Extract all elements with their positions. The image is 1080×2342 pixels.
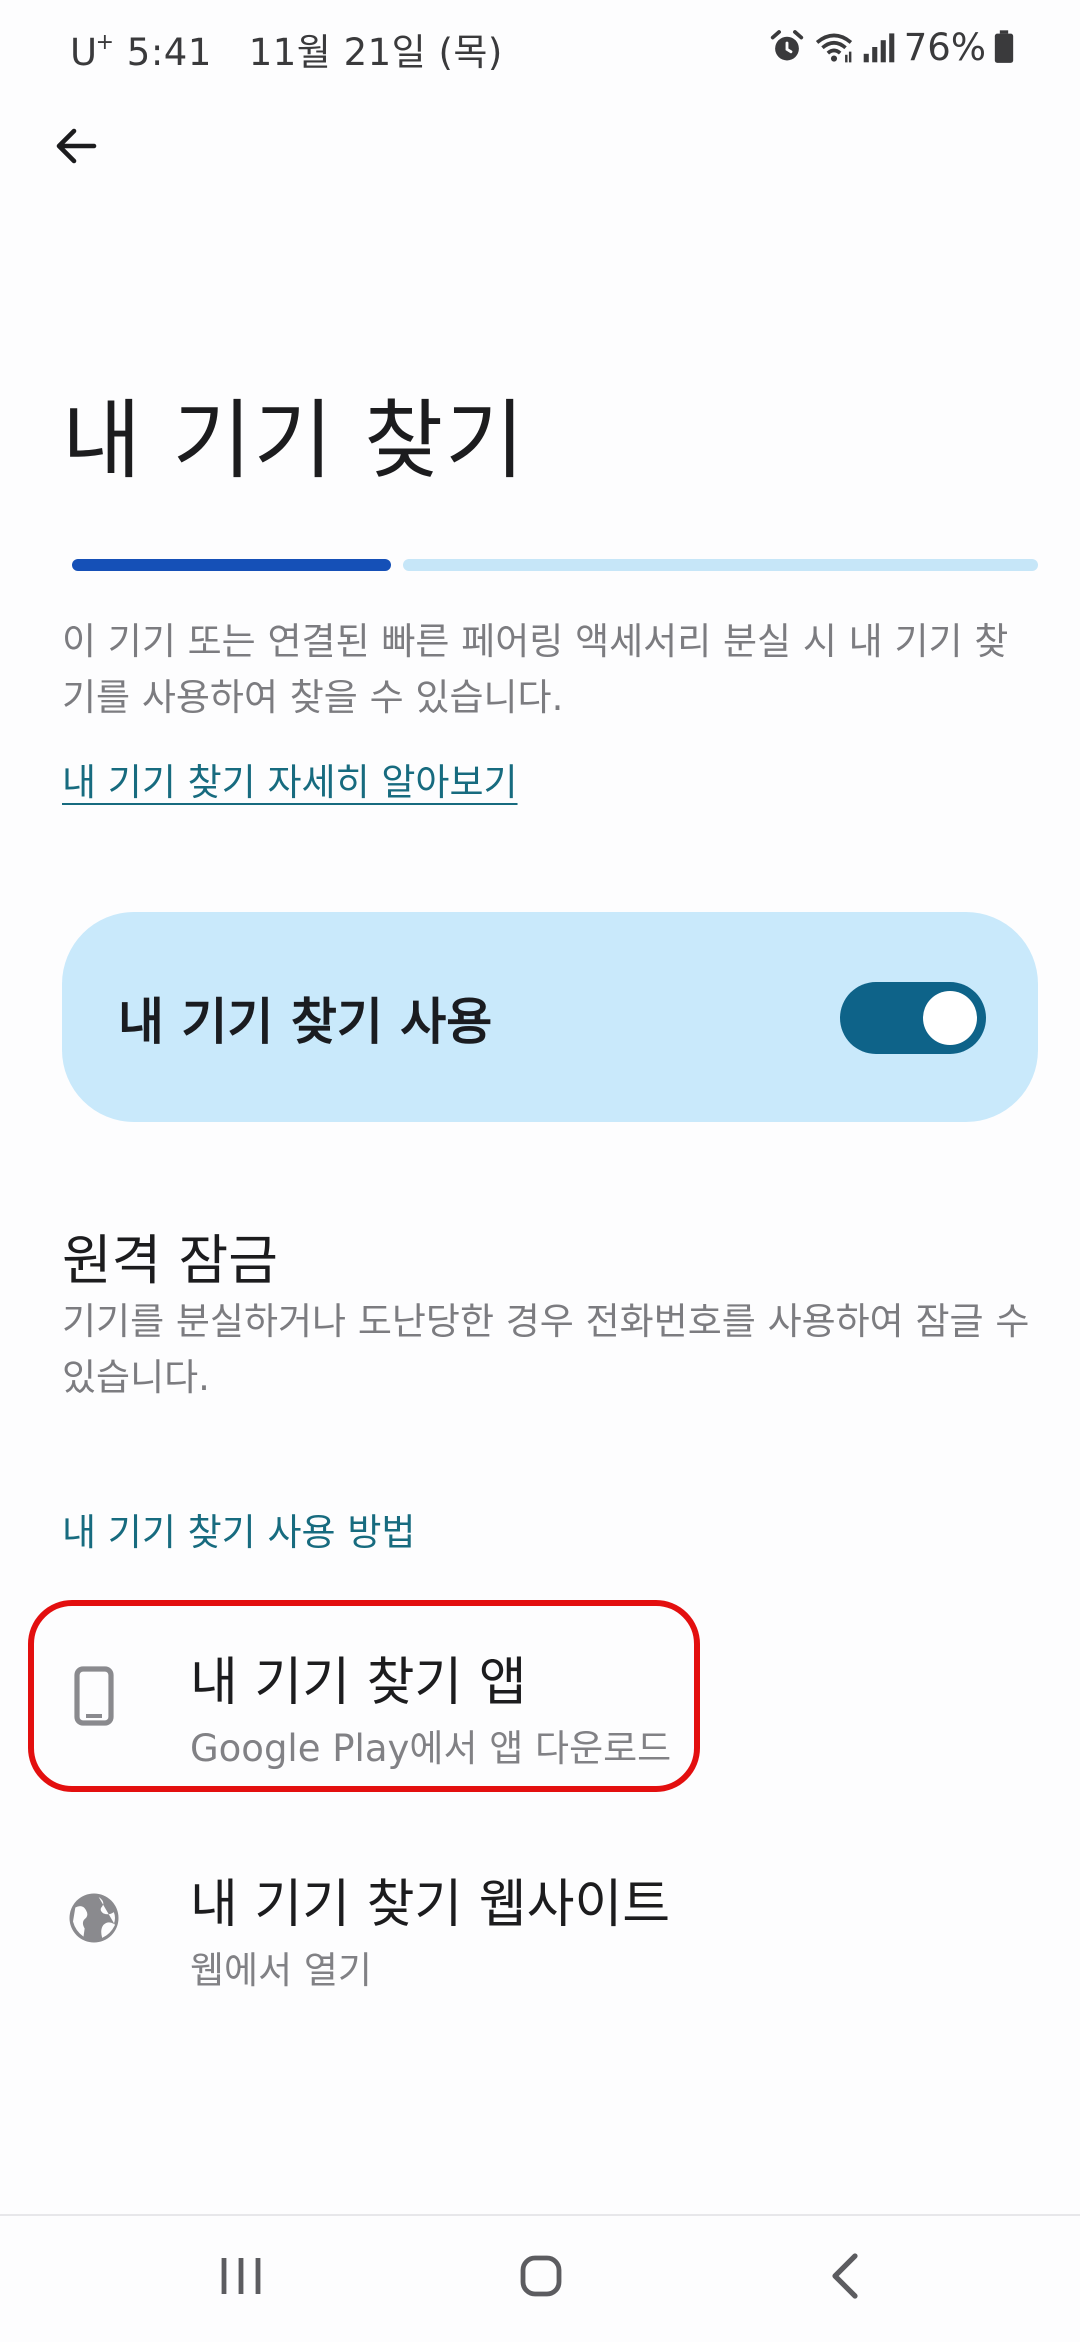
how-to-use-header: 내 기기 찾기 사용 방법 (62, 1511, 416, 1554)
switch-knob (923, 991, 977, 1045)
page-description: 이 기기 또는 연결된 빠른 페어링 액세서리 분실 시 내 기기 찾기를 사용… (62, 620, 1009, 719)
status-date: 11월 21일 (목) (248, 31, 503, 74)
recents-button[interactable] (196, 2240, 286, 2316)
find-my-device-website-item[interactable]: 내 기기 찾기 웹사이트 웹에서 열기 (30, 1826, 1030, 2012)
globe-icon (64, 1882, 124, 1954)
status-left: U+ 5:41 11월 21일 (목) (70, 22, 503, 76)
carrier-label: U (70, 31, 98, 74)
nav-back-button[interactable] (800, 2240, 890, 2316)
find-my-device-toggle-card[interactable]: 내 기기 찾기 사용 (62, 912, 1038, 1122)
status-bar: U+ 5:41 11월 21일 (목) 76% (0, 0, 1080, 96)
toggle-label: 내 기기 찾기 사용 (118, 993, 493, 1051)
status-right: 76% (768, 22, 1014, 72)
remote-lock-description: 기기를 분실하거나 도난당한 경우 전화번호를 사용하여 잠글 수 있습니다. (62, 1300, 1030, 1399)
learn-more-link[interactable]: 내 기기 찾기 자세히 알아보기 (62, 752, 518, 806)
setup-progress (72, 559, 1038, 571)
progress-complete (72, 559, 391, 571)
recents-icon (220, 2256, 262, 2300)
navigation-bar (0, 2214, 1080, 2342)
alarm-icon (768, 28, 806, 66)
page-title: 내 기기 찾기 (62, 391, 527, 491)
home-icon (519, 2254, 563, 2302)
progress-remaining (403, 559, 1038, 571)
website-item-subtitle: 웹에서 열기 (190, 1949, 372, 1992)
status-time: 5:41 (126, 31, 212, 74)
carrier-sup: + (95, 30, 115, 55)
remote-lock-title[interactable]: 원격 잠금 (62, 1216, 278, 1295)
highlight-annotation (28, 1600, 700, 1792)
signal-icon (862, 30, 896, 64)
home-button[interactable] (496, 2240, 586, 2316)
website-item-title: 내 기기 찾기 웹사이트 (190, 1875, 671, 1935)
battery-percent: 76% (903, 25, 986, 69)
back-icon (830, 2252, 860, 2304)
back-arrow-icon (52, 122, 100, 174)
find-my-device-switch[interactable] (840, 982, 986, 1054)
wifi-icon (814, 29, 854, 65)
battery-icon (994, 30, 1014, 64)
back-button[interactable] (40, 112, 112, 184)
